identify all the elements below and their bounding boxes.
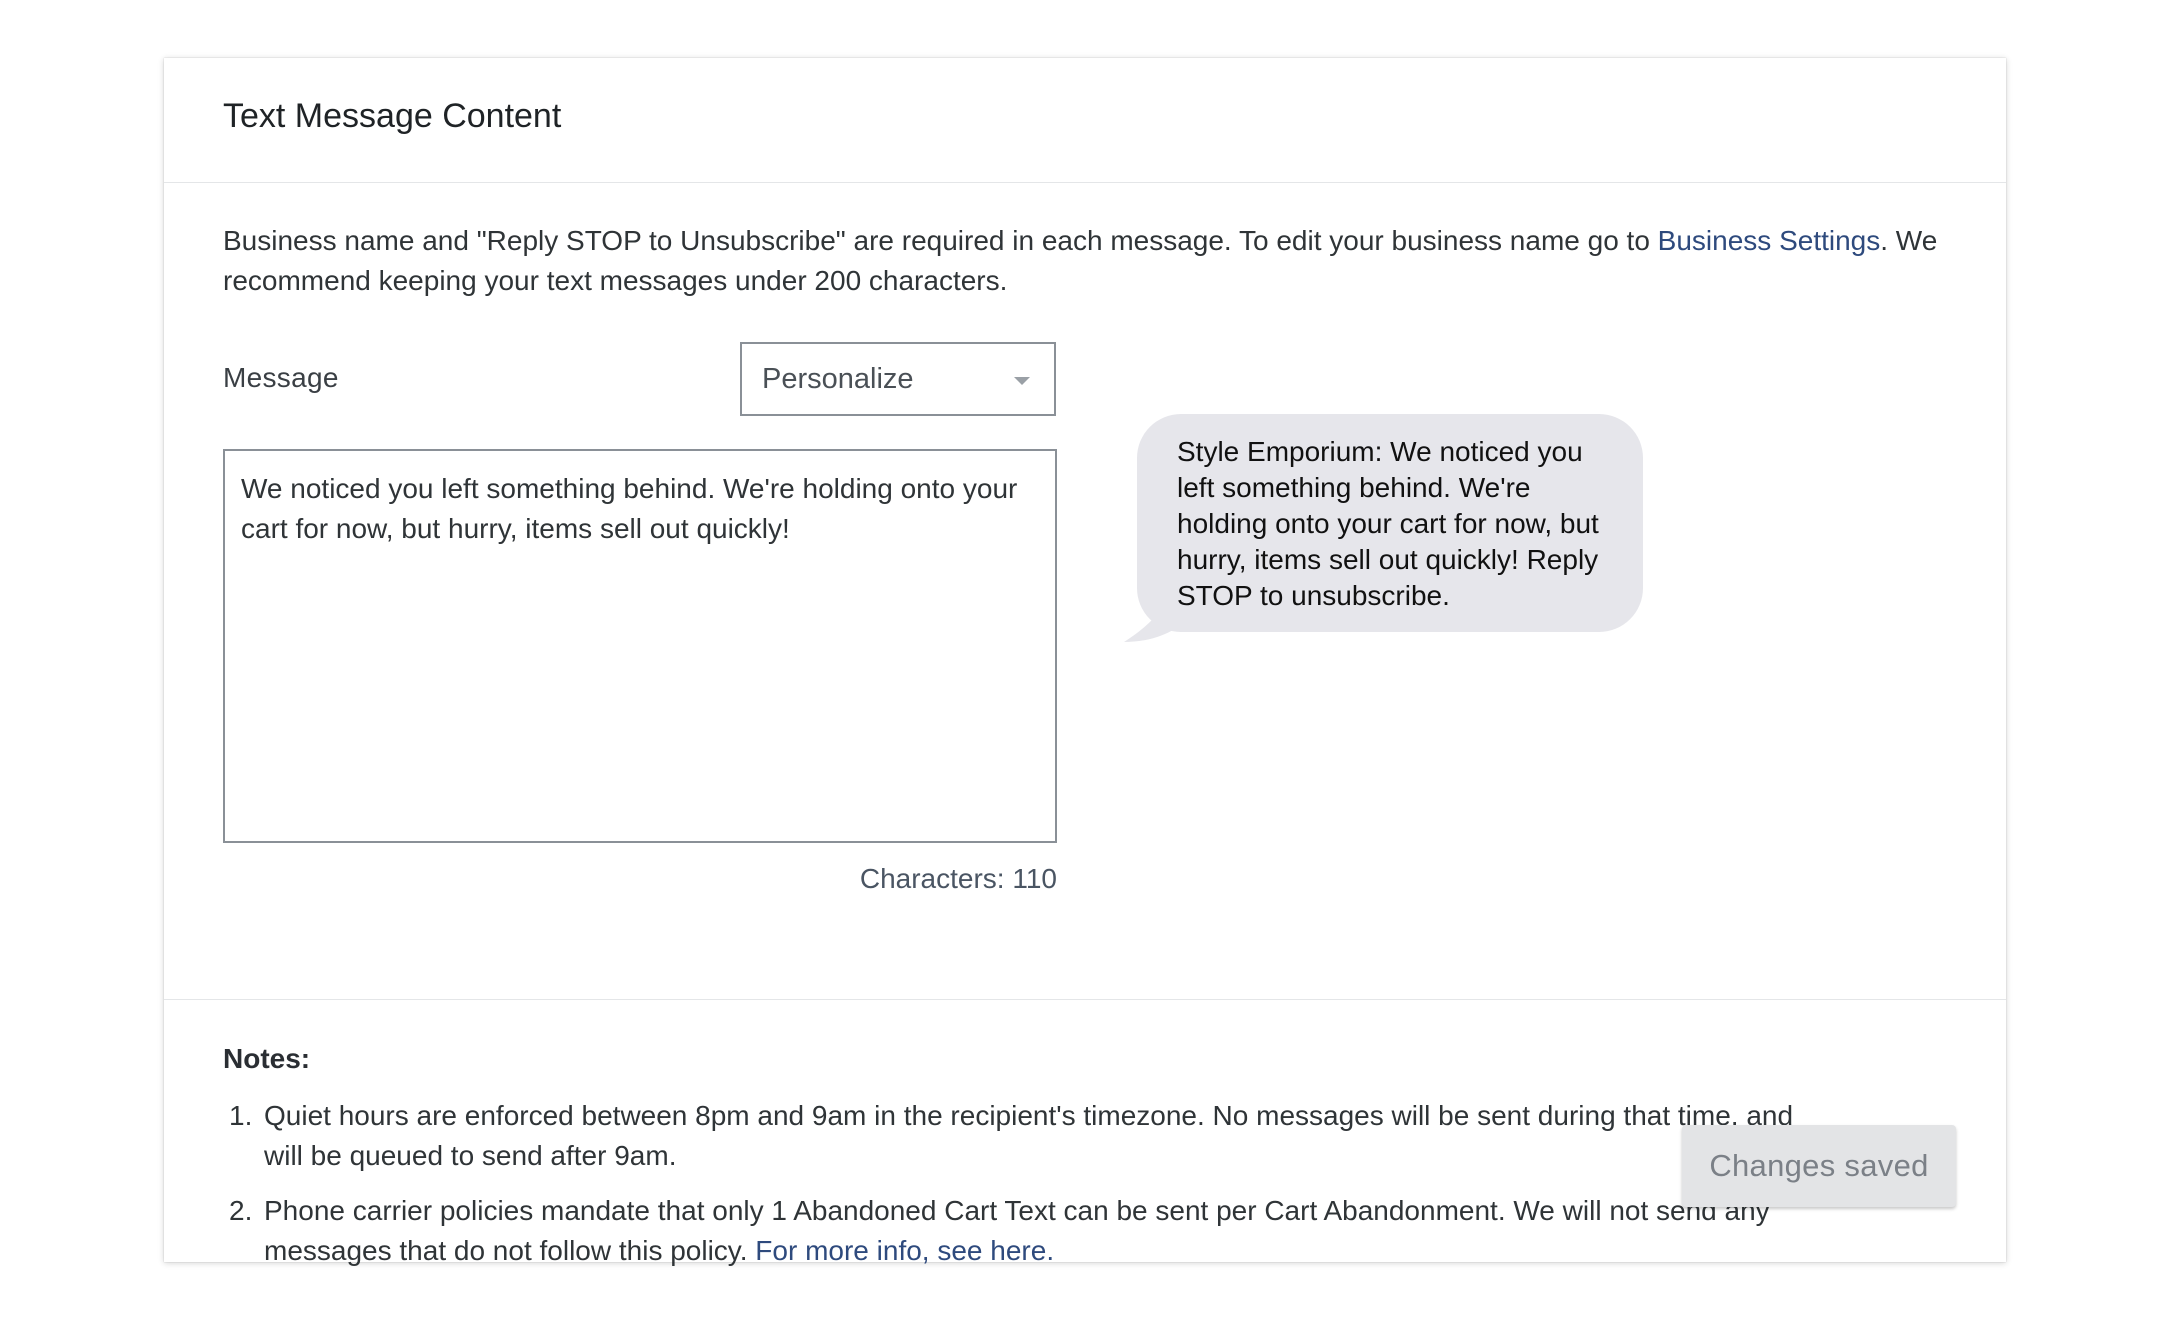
sms-preview: Style Emporium: We noticed you left some… <box>1124 414 1644 644</box>
message-label: Message <box>223 362 339 393</box>
business-settings-link[interactable]: Business Settings <box>1658 225 1881 256</box>
more-info-link[interactable]: For more info, see here. <box>755 1235 1054 1266</box>
personalize-label: Personalize <box>762 362 914 395</box>
changes-saved-button[interactable]: Changes saved <box>1682 1125 1956 1207</box>
caret-down-icon <box>1014 377 1030 385</box>
sms-preview-bubble: Style Emporium: We noticed you left some… <box>1137 414 1643 632</box>
character-count: Characters: 110 <box>859 863 1057 894</box>
notes-list: 1. Quiet hours are enforced between 8pm … <box>223 1096 1803 1286</box>
card-header: Text Message Content <box>164 58 2006 183</box>
note-number: 2. <box>229 1195 253 1226</box>
intro-text-before: Business name and "Reply STOP to Unsubsc… <box>223 225 1658 256</box>
personalize-dropdown[interactable]: Personalize <box>740 342 1056 416</box>
card-title: Text Message Content <box>223 96 562 135</box>
notes-title: Notes: <box>223 1043 311 1074</box>
note-item: 1. Quiet hours are enforced between 8pm … <box>223 1096 1803 1176</box>
note-item: 2. Phone carrier policies mandate that o… <box>223 1191 1803 1271</box>
card-footer: Notes: 1. Quiet hours are enforced betwe… <box>164 1000 2006 1266</box>
text-message-content-card: Text Message Content Business name and "… <box>164 58 2006 1266</box>
intro-text: Business name and "Reply STOP to Unsubsc… <box>223 221 1943 301</box>
message-textarea[interactable]: We noticed you left something behind. We… <box>223 449 1057 843</box>
note-text: Quiet hours are enforced between 8pm and… <box>264 1100 1794 1171</box>
note-number: 1. <box>229 1100 253 1131</box>
card-body: Business name and "Reply STOP to Unsubsc… <box>164 183 2006 1000</box>
